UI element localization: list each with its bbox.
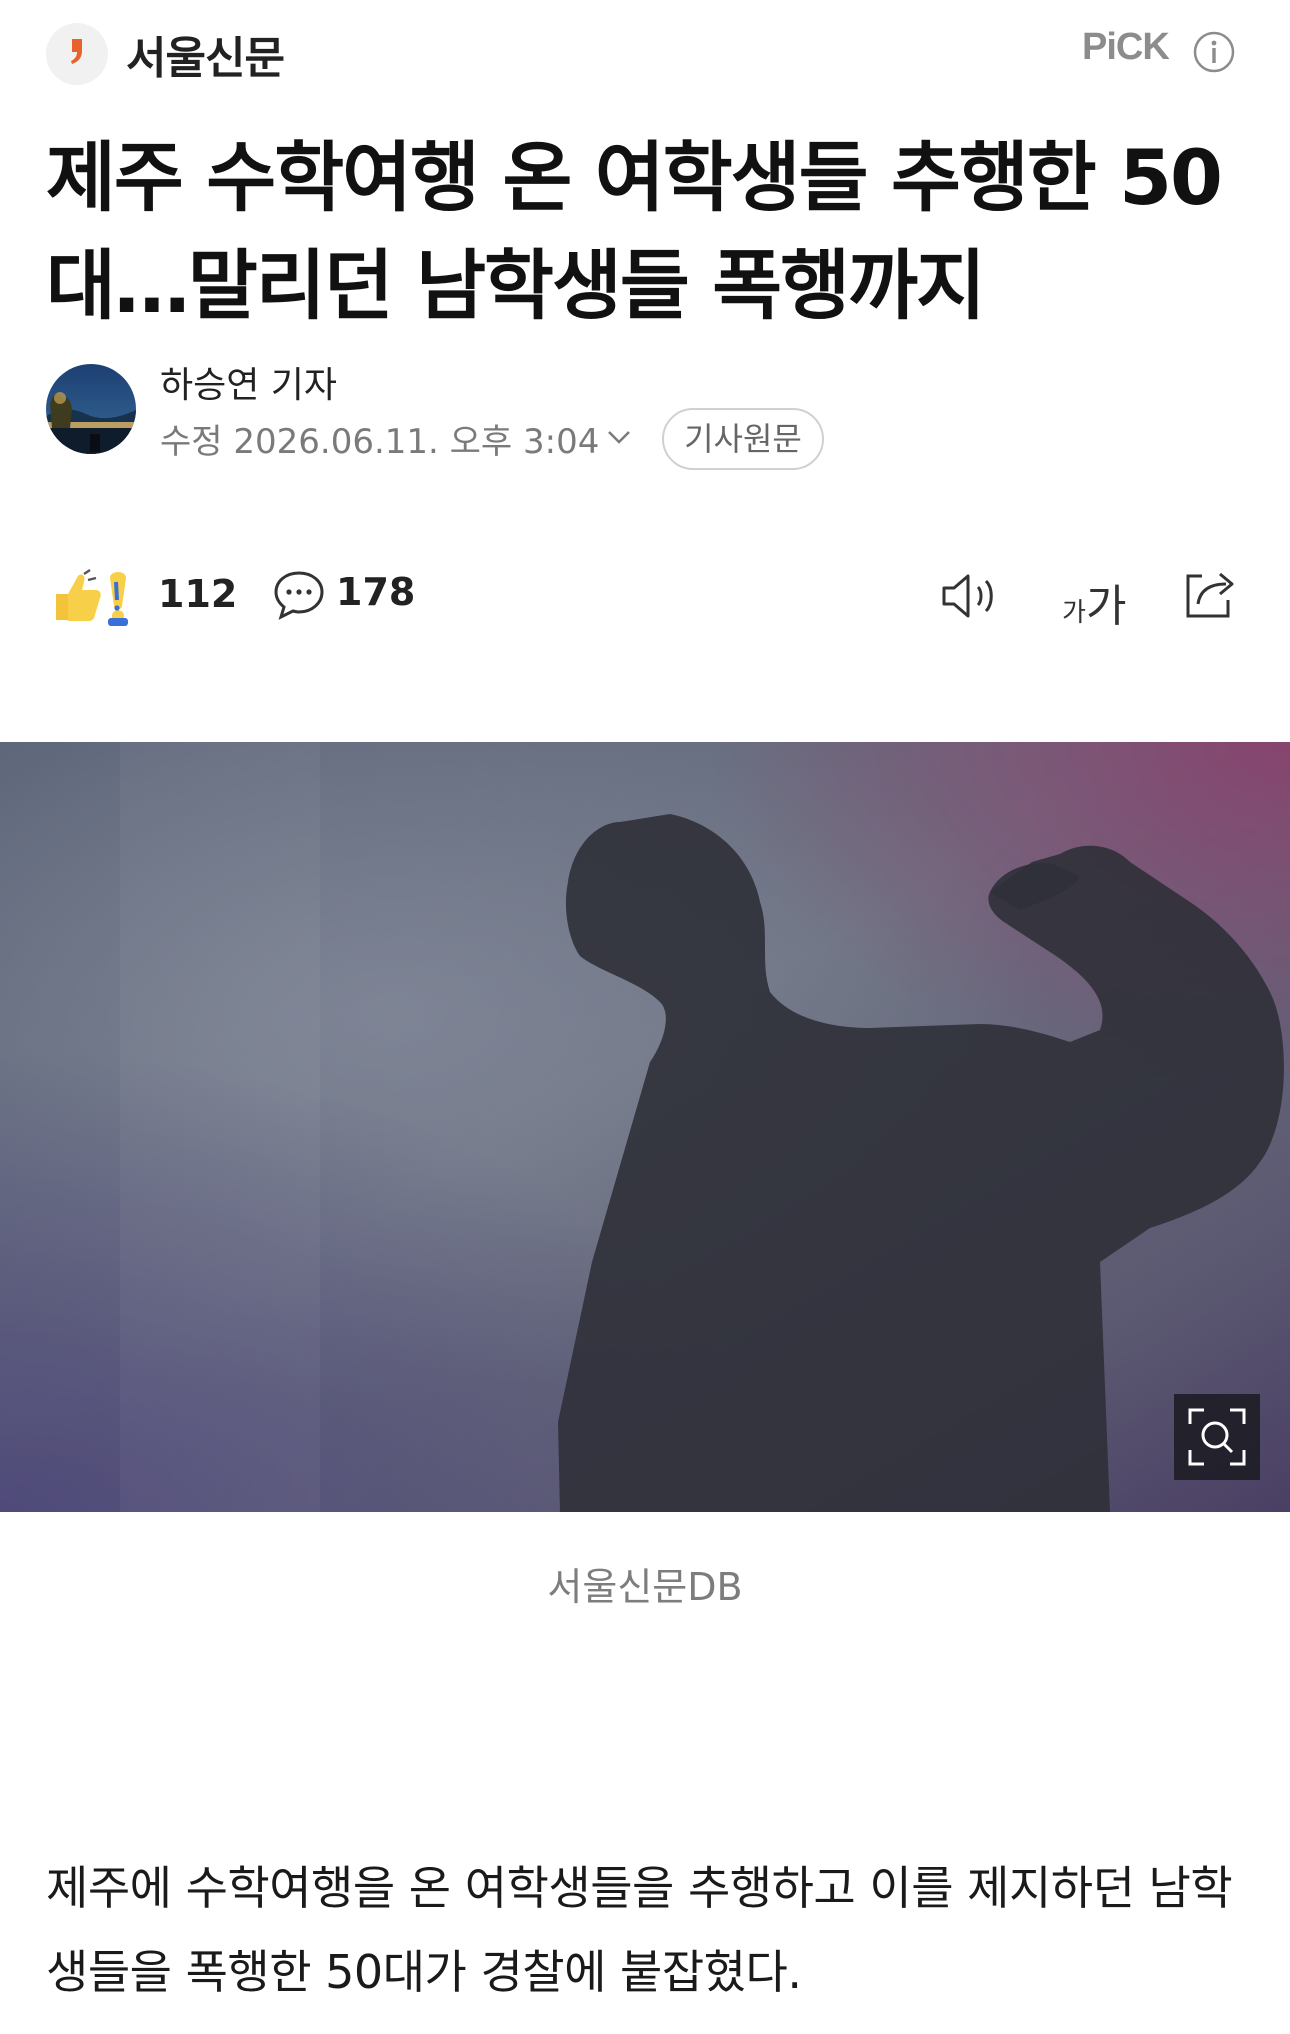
avatar-photo [46,364,136,454]
zoom-icon [1188,1408,1246,1466]
font-size-button[interactable]: 가 가 [1062,566,1134,632]
modified-date: 수정 2026.06.11. 오후 3:04 [160,422,600,462]
photo-zoom-button[interactable] [1174,1394,1260,1480]
photo-caption: 서울신문DB [547,1565,743,1609]
info-icon[interactable] [1192,30,1236,74]
article-photo[interactable] [0,742,1290,1512]
original-article-button[interactable]: 기사원문 [662,408,824,470]
press-logo[interactable] [46,23,108,85]
article-headline: 제주 수학여행 온 여학생들 추행한 50대…말리던 남학생들 폭행까지 [46,133,1223,330]
reporter-name[interactable]: 하승연 기자 [160,356,337,408]
speaker-icon[interactable] [940,570,1002,622]
chevron-down-icon[interactable] [604,425,634,449]
share-icon[interactable] [1180,566,1240,622]
article-body: 제주에 수학여행을 온 여학생들을 추행하고 이를 제지하던 남학생들을 폭행한… [46,1861,1233,1999]
comment-count: 178 [336,570,416,614]
reporter-avatar[interactable] [46,364,136,454]
reaction-icon[interactable] [50,568,146,626]
font-big-glyph: 가 [1086,581,1127,632]
comma-logo-icon [71,39,82,64]
press-name[interactable]: 서울신문 [126,22,285,86]
font-small-glyph: 가 [1062,598,1086,628]
press-header: 서울신문 PiCK [0,0,1290,104]
comment-icon[interactable] [272,568,326,622]
article-toolbar: 112 178 가 가 [0,560,1290,632]
pick-badge: PiCK [1082,26,1170,68]
silhouette-illustration [0,742,1290,1512]
reaction-count: 112 [158,572,238,616]
